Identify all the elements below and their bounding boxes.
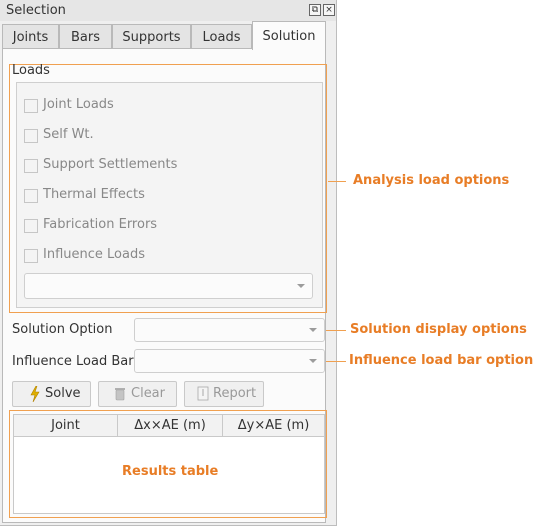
checkbox-label: Thermal Effects xyxy=(43,187,145,202)
checkbox-box[interactable] xyxy=(24,99,38,113)
chevron-down-icon xyxy=(309,328,317,332)
checkbox-box[interactable] xyxy=(24,249,38,263)
selection-panel: Selection ⧉ × Joints Bars Supports Loads… xyxy=(0,0,337,526)
influence-annotation: Influence load bar option xyxy=(349,353,534,368)
influence-load-bar-select[interactable] xyxy=(134,349,325,373)
clear-label: Clear xyxy=(131,386,165,401)
report-icon xyxy=(197,386,209,410)
column-header-dy[interactable]: Δy×AE (m) xyxy=(223,415,324,437)
solution-option-select[interactable] xyxy=(134,318,325,342)
results-table: Joint Δx×AE (m) Δy×AE (m) Results table xyxy=(13,414,325,514)
tab-loads[interactable]: Loads xyxy=(191,24,252,49)
checkbox-label: Fabrication Errors xyxy=(43,217,158,232)
checkbox-box[interactable] xyxy=(24,219,38,233)
tab-solution[interactable]: Solution xyxy=(252,21,326,50)
solve-button[interactable]: Solve xyxy=(12,381,91,407)
influence-loads-select[interactable] xyxy=(24,273,313,299)
chevron-down-icon xyxy=(297,284,305,288)
column-header-dx[interactable]: Δx×AE (m) xyxy=(118,415,223,437)
chevron-down-icon xyxy=(309,359,317,363)
tab-supports[interactable]: Supports xyxy=(112,24,191,49)
display-annotation: Solution display options xyxy=(350,322,527,337)
close-icon[interactable]: × xyxy=(323,4,335,16)
checkbox-box[interactable] xyxy=(24,189,38,203)
checkbox-box[interactable] xyxy=(24,159,38,173)
analysis-leader-line xyxy=(328,181,346,182)
loads-group-label: Loads xyxy=(12,63,50,78)
solution-option-label: Solution Option xyxy=(12,322,113,337)
results-table-note: Results table xyxy=(122,464,219,479)
column-header-joint[interactable]: Joint xyxy=(14,415,118,437)
checkbox-label: Self Wt. xyxy=(43,127,94,142)
tab-joints[interactable]: Joints xyxy=(2,24,59,49)
checkbox-label: Influence Loads xyxy=(43,247,145,262)
report-label: Report xyxy=(213,386,257,401)
analysis-annotation: Analysis load options xyxy=(353,173,510,188)
influence-leader-line xyxy=(326,361,346,362)
checkbox-label: Support Settlements xyxy=(43,157,178,172)
solve-label: Solve xyxy=(45,386,81,401)
panel-title: Selection xyxy=(6,3,66,18)
float-icon[interactable]: ⧉ xyxy=(309,4,321,16)
influence-load-bar-label: Influence Load Bar xyxy=(12,354,134,369)
display-leader-line xyxy=(326,330,346,331)
lightning-icon xyxy=(30,385,40,411)
report-button[interactable]: Report xyxy=(184,381,264,407)
panel-titlebar: Selection ⧉ × xyxy=(0,0,336,21)
tab-bar: Joints Bars Supports Loads Solution xyxy=(2,21,334,50)
clear-button[interactable]: Clear xyxy=(98,381,177,407)
checkbox-box[interactable] xyxy=(24,129,38,143)
trash-icon xyxy=(114,386,126,410)
checkbox-label: Joint Loads xyxy=(43,97,114,112)
tab-bars[interactable]: Bars xyxy=(59,24,112,49)
